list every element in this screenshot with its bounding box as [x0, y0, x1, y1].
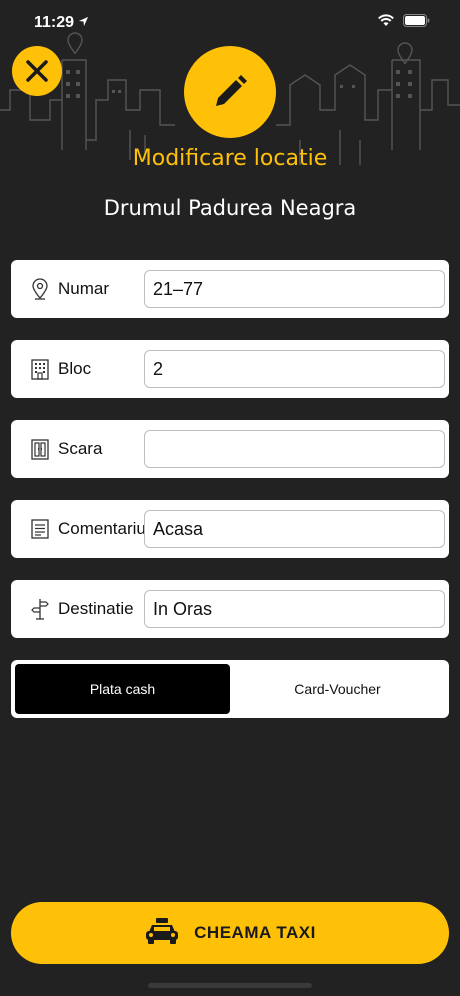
field-label-numar: Numar [58, 279, 110, 298]
destinatie-input[interactable] [144, 590, 445, 628]
payment-selector: Plata cash Card-Voucher [11, 660, 449, 718]
payment-option-cash[interactable]: Plata cash [15, 664, 230, 714]
field-scara: Scara [11, 420, 449, 478]
address-label: Drumul Padurea Neagra [103, 196, 357, 220]
field-destinatie: Destinatie [11, 580, 449, 638]
call-taxi-label: CHEAMA TAXI [194, 923, 316, 942]
payment-option-card-voucher[interactable]: Card-Voucher [230, 664, 445, 714]
note-icon [29, 518, 51, 540]
field-label-scara: Scara [58, 439, 103, 458]
close-button[interactable] [12, 46, 62, 96]
field-label-comentariu: Comentariu [58, 519, 146, 538]
page-title: Modificare locatie [132, 146, 328, 171]
scara-input[interactable] [144, 430, 445, 468]
numar-input[interactable] [144, 270, 445, 308]
comentariu-input[interactable] [144, 510, 445, 548]
map-pin-icon [29, 278, 51, 300]
field-numar: Numar [11, 260, 449, 318]
door-icon [29, 438, 51, 460]
field-bloc: Bloc [11, 340, 449, 398]
close-icon [26, 60, 48, 82]
pencil-icon [216, 75, 247, 106]
taxi-icon [144, 917, 180, 950]
field-comentariu: Comentariu [11, 500, 449, 558]
field-label-bloc: Bloc [58, 359, 92, 378]
bloc-input[interactable] [144, 350, 445, 388]
call-taxi-button[interactable]: CHEAMA TAXI [11, 902, 449, 964]
signpost-icon [29, 598, 51, 620]
edit-badge [184, 46, 276, 138]
home-indicator [148, 983, 312, 988]
field-label-destinatie: Destinatie [58, 599, 134, 618]
building-icon [29, 358, 51, 380]
